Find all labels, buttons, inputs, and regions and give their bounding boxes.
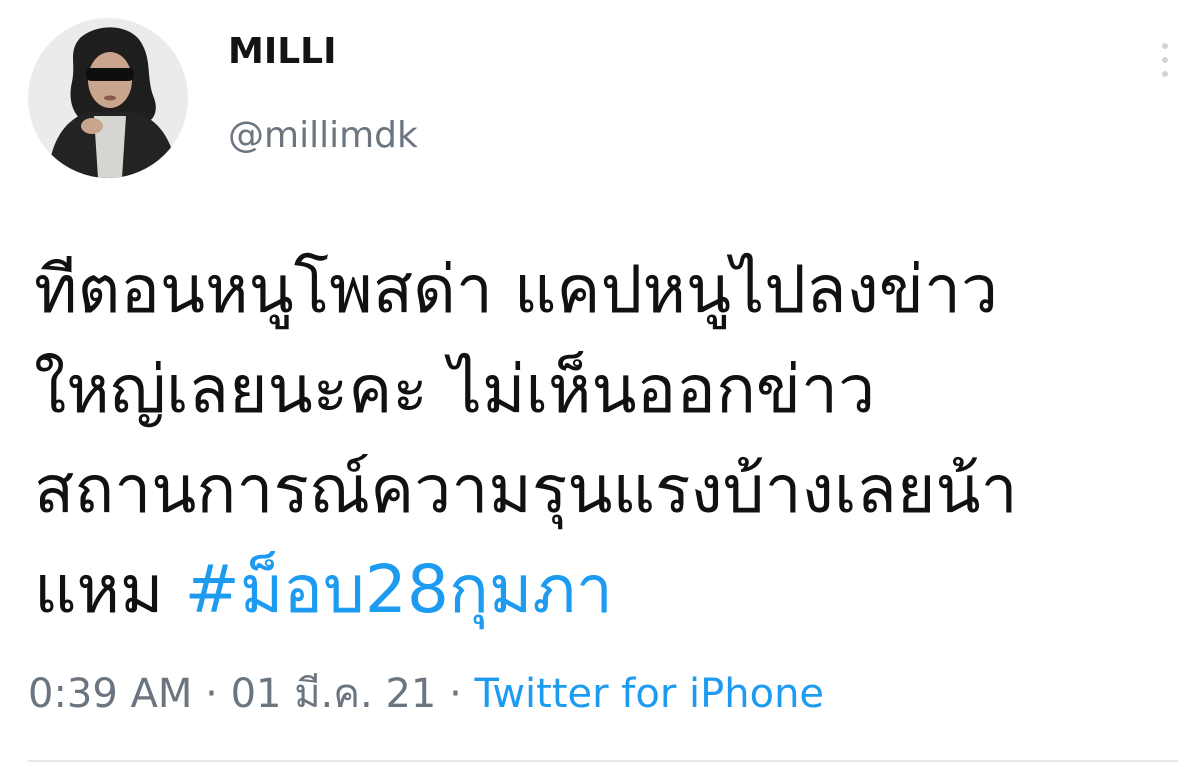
tweet-card: MILLI @millimdk ทีตอนหนูโพสด่า แคปหนูไปล… bbox=[0, 0, 1200, 767]
display-name[interactable]: MILLI bbox=[228, 34, 337, 70]
tweet-time[interactable]: 0:39 AM bbox=[28, 671, 192, 717]
tweet-text-line-last: แหม #ม็อบ28กุมภา bbox=[34, 540, 1174, 640]
tweet-text: ทีตอนหนูโพสด่า แคปหนูไปลงข่าว ใหญ่เลยนะค… bbox=[34, 240, 1174, 640]
hashtag-link[interactable]: #ม็อบ28กุมภา bbox=[185, 551, 613, 628]
tweet-metadata: 0:39 AM · 01 มี.ค. 21 · Twitter for iPho… bbox=[28, 670, 824, 718]
tweet-date[interactable]: 01 มี.ค. 21 bbox=[231, 671, 437, 717]
more-vertical-icon[interactable] bbox=[1152, 40, 1178, 80]
tweet-text-line: ใหญ่เลยนะคะ ไม่เห็นออกข่าว bbox=[34, 351, 876, 428]
tweet-text-line: ทีตอนหนูโพสด่า แคปหนูไปลงข่าว bbox=[34, 251, 999, 328]
user-handle[interactable]: @millimdk bbox=[228, 118, 418, 154]
meta-separator: · bbox=[449, 671, 462, 717]
tweet-text-fragment: แหม bbox=[34, 551, 185, 628]
meta-separator: · bbox=[205, 671, 218, 717]
divider bbox=[28, 760, 1178, 762]
tweet-text-line: สถานการณ์ความรุนแรงบ้างเลยน้า bbox=[34, 451, 1018, 528]
tweet-source-link[interactable]: Twitter for iPhone bbox=[475, 671, 825, 717]
avatar[interactable] bbox=[28, 18, 188, 178]
avatar-photo bbox=[28, 18, 188, 178]
